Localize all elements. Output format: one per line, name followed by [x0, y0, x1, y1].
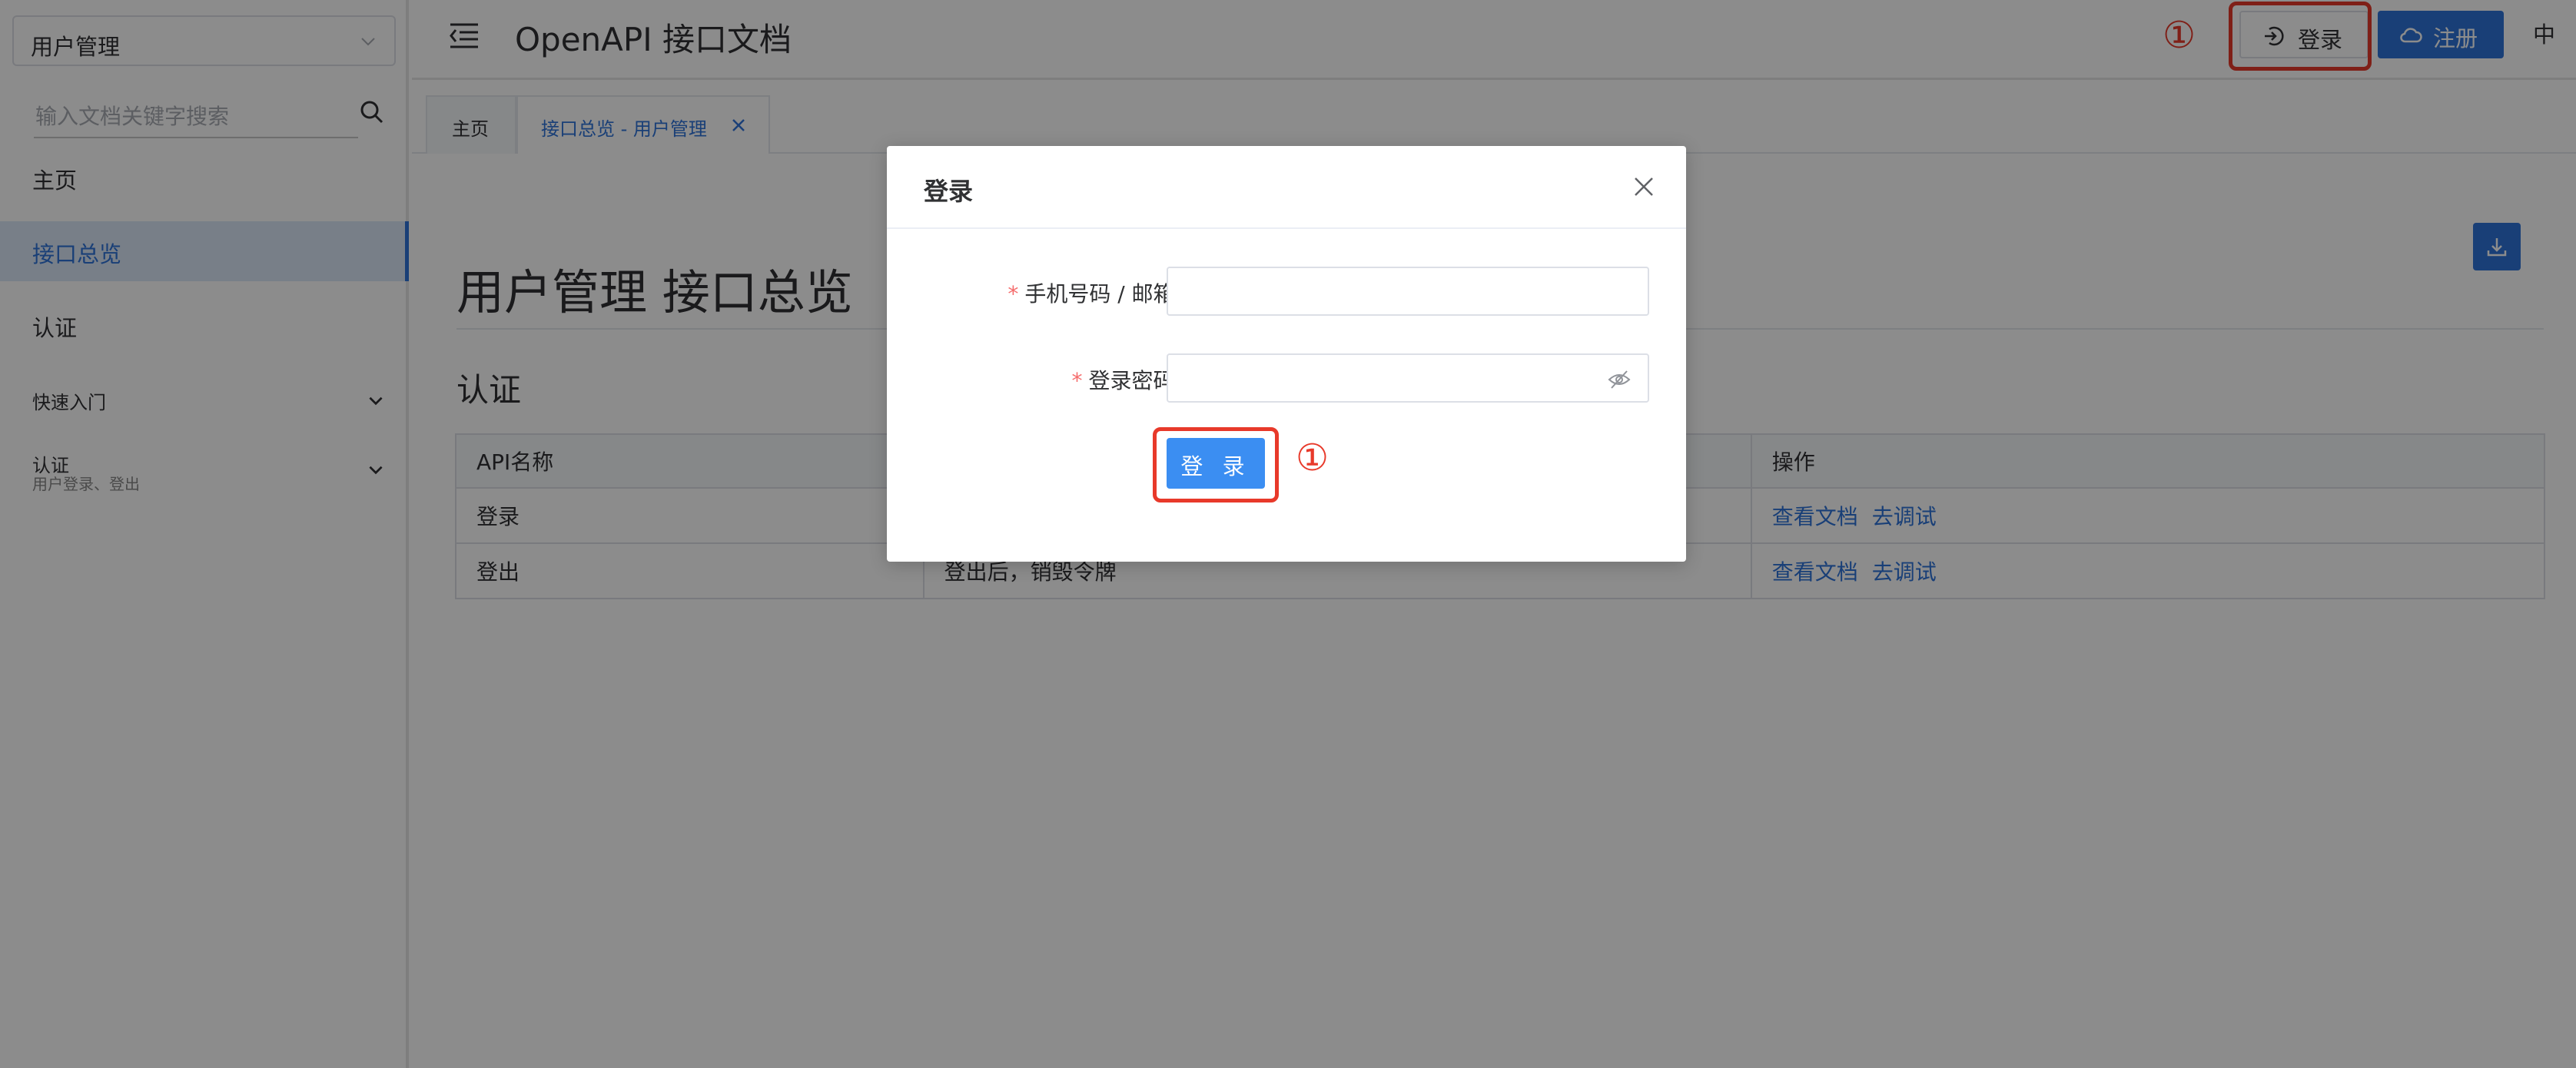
- password-label: *登录密码:: [1072, 364, 1182, 395]
- login-dialog: 登录 *手机号码 / 邮箱: *登录密码: 登 录 ①: [887, 146, 1686, 562]
- highlight-frame: [1153, 427, 1279, 502]
- required-mark: *: [1071, 368, 1083, 393]
- required-mark: *: [1007, 281, 1019, 307]
- password-input[interactable]: [1167, 353, 1649, 403]
- dialog-header: 登录: [887, 146, 1686, 229]
- account-label-text: 手机号码 / 邮箱: [1024, 281, 1175, 307]
- dialog-title: 登录: [924, 177, 974, 206]
- step-marker: ①: [1296, 436, 1329, 479]
- account-input[interactable]: [1167, 267, 1649, 316]
- account-label: *手机号码 / 邮箱:: [1007, 277, 1182, 308]
- close-icon[interactable]: [1632, 175, 1655, 198]
- password-row: *登录密码:: [887, 353, 1686, 403]
- password-label-text: 登录密码: [1088, 368, 1175, 393]
- account-row: *手机号码 / 邮箱:: [887, 267, 1686, 316]
- eye-hidden-icon[interactable]: [1608, 369, 1631, 390]
